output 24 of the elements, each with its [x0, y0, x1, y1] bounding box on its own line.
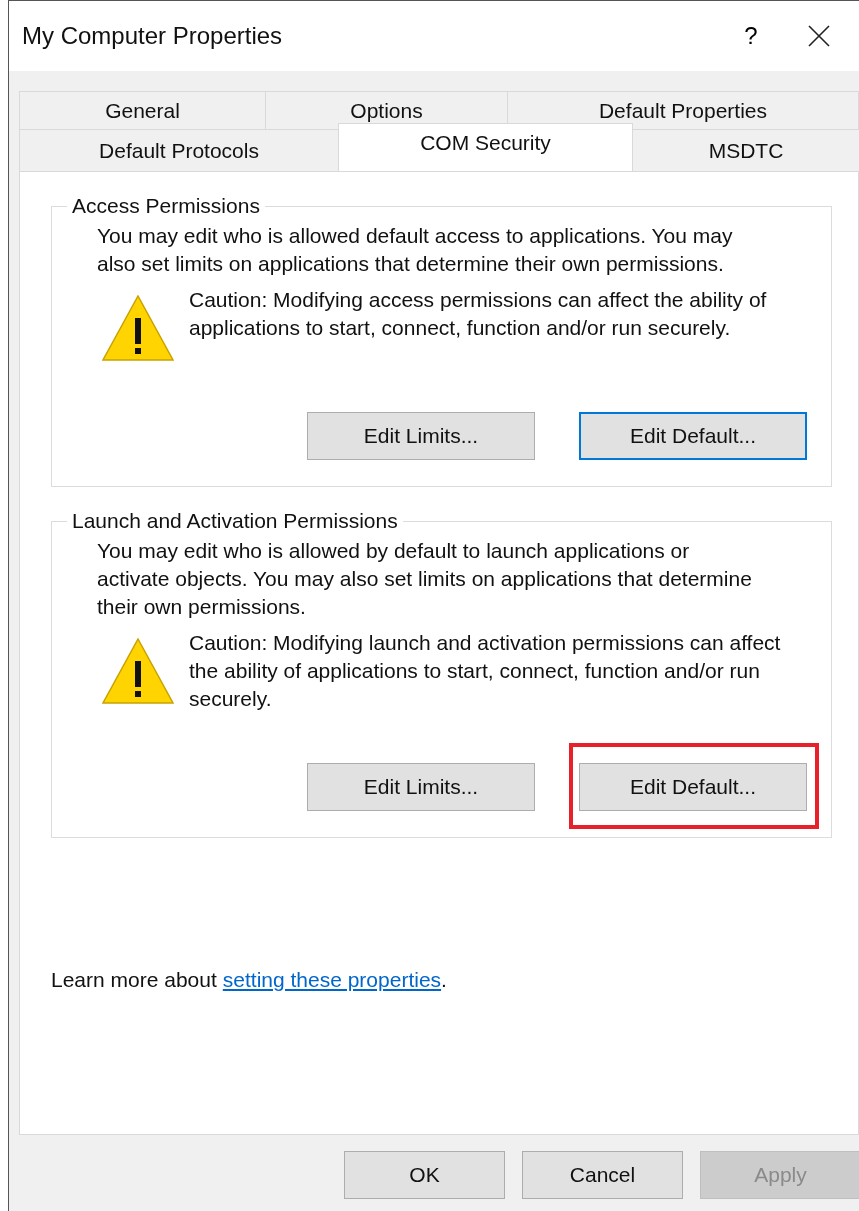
- caution-text: Caution: Modifying launch and activation permissions can affect the ability of applications to start, connect, function and/or run securely.: [189, 630, 782, 712]
- group-title: Launch and Activation Permissions: [71, 509, 399, 533]
- warning-icon: [101, 294, 175, 362]
- window-title: My Computer Properties: [22, 22, 284, 50]
- help-button[interactable]: ?: [723, 11, 779, 61]
- group-title: Access Permissions: [71, 194, 261, 218]
- edit-button[interactable]: Edit Default...: [579, 763, 807, 811]
- warning-icon: [101, 637, 175, 705]
- learn-more-text: Learn more about: [51, 968, 217, 991]
- tab[interactable]: Default Protocols: [19, 129, 339, 171]
- close-icon: [808, 25, 830, 47]
- period-text: .: [441, 968, 447, 991]
- description-text: You may edit who is allowed default access to applications. You may also set limits on applications that determine their own permissions.: [97, 223, 734, 277]
- dialog-button[interactable]: OK: [344, 1151, 505, 1199]
- tab[interactable]: Default Properties: [507, 91, 859, 129]
- caution-text: Caution: Modifying access permissions can affect the ability of applications to start, connect, function and/or run securely.: [189, 287, 768, 341]
- properties-link[interactable]: setting these properties: [222, 968, 442, 991]
- edit-button[interactable]: Edit Limits...: [307, 763, 535, 811]
- edit-button[interactable]: Edit Default...: [579, 412, 807, 460]
- edit-button[interactable]: Edit Limits...: [307, 412, 535, 460]
- tab[interactable]: General: [19, 91, 266, 129]
- tab[interactable]: COM Security: [338, 123, 633, 171]
- description-text: You may edit who is allowed by default to launch applications or activate objects. You may also set limits on applications that determine their own permissions.: [97, 538, 753, 620]
- dialog-button[interactable]: Cancel: [522, 1151, 683, 1199]
